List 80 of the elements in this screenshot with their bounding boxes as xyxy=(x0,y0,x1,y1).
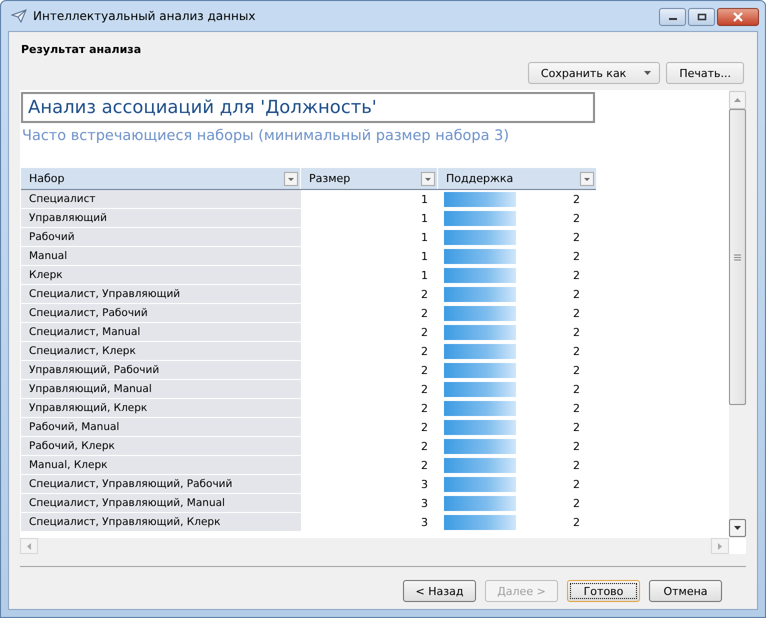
table-cell-text: 2 xyxy=(572,250,580,263)
table-cell-text: 2 xyxy=(572,421,580,434)
table-cell: Специалист, Рабочий xyxy=(21,304,301,323)
save-as-button[interactable]: Сохранить как xyxy=(528,62,660,84)
table-cell: Рабочий, Клерк xyxy=(21,437,301,456)
table-cell-text: 2 xyxy=(572,478,580,491)
grip-icon xyxy=(734,254,741,260)
table-cell-text: 2 xyxy=(420,344,429,360)
table-cell-text: 2 xyxy=(572,212,580,225)
table-cell: Клерк xyxy=(21,266,301,285)
table-cell-text: 3 xyxy=(420,477,429,493)
column-header[interactable]: Размер xyxy=(301,168,438,189)
wizard-button[interactable]: < Назад xyxy=(403,580,476,602)
table-cell-text: 2 xyxy=(572,402,580,415)
maximize-button[interactable] xyxy=(688,8,715,26)
table-cell-text: 2 xyxy=(420,287,429,303)
table-cell-text: 2 xyxy=(572,383,580,396)
table-cell-text: 2 xyxy=(420,401,429,417)
table-cell: Специалист, Управляющий xyxy=(21,285,301,304)
table-cell: Специалист, Управляющий, Manual xyxy=(21,494,301,513)
report-title: Анализ ассоциаций для 'Должность' xyxy=(21,92,595,123)
table-cell-text: 2 xyxy=(420,458,429,474)
table-cell: Управляющий, Клерк xyxy=(21,399,301,418)
scroll-up-icon[interactable] xyxy=(734,98,741,102)
dropdown-icon[interactable] xyxy=(284,172,298,186)
table-cell-text: 1 xyxy=(420,249,429,265)
maximize-icon xyxy=(696,13,706,21)
table-cell-text: 2 xyxy=(572,231,580,244)
dropdown-icon[interactable] xyxy=(580,172,594,186)
table-cell-text: 1 xyxy=(420,192,429,208)
dropdown-icon[interactable] xyxy=(421,172,435,186)
close-button[interactable] xyxy=(717,8,759,26)
table-cell-text: 2 xyxy=(420,420,429,436)
table-cell-text: 2 xyxy=(572,345,580,358)
wizard-button[interactable]: Готово xyxy=(567,580,640,602)
table-cell-text: 3 xyxy=(420,515,429,531)
column-header[interactable]: Набор xyxy=(21,168,301,189)
table-cell-text: 2 xyxy=(572,307,580,320)
report-subtitle: Часто встречающиеся наборы (минимальный размер набора 3) xyxy=(22,128,510,146)
table-cell: Manual, Клерк xyxy=(21,456,301,475)
table-cell: Специалист xyxy=(21,190,301,209)
table-cell-text: 2 xyxy=(572,516,580,529)
scroll-down-icon[interactable] xyxy=(734,526,741,530)
table-cell-text: 2 xyxy=(572,497,580,510)
caret-icon xyxy=(644,71,652,75)
table-cell-text: 2 xyxy=(572,440,580,453)
table-cell: Управляющий, Рабочий xyxy=(21,361,301,380)
column-header[interactable]: Поддержка xyxy=(438,168,596,189)
window-title: Интеллектуальный анализ данных xyxy=(33,9,256,23)
table-cell: Управляющий xyxy=(21,209,301,228)
minimize-button[interactable] xyxy=(659,8,686,26)
print-button[interactable]: Печать... xyxy=(666,62,744,84)
table-cell-text: 2 xyxy=(420,382,429,398)
paper-plane-icon xyxy=(11,9,27,23)
close-icon xyxy=(732,12,744,22)
table-cell-text: 2 xyxy=(572,193,580,206)
table-cell: Специалист, Управляющий, Клерк xyxy=(21,513,301,532)
table-cell-text: 1 xyxy=(420,211,429,227)
wizard-button[interactable]: Отмена xyxy=(649,580,722,602)
table-cell-text: 1 xyxy=(420,230,429,246)
table-cell-text: 2 xyxy=(572,364,580,377)
table-cell: Manual xyxy=(21,247,301,266)
vertical-scrollbar[interactable] xyxy=(729,90,746,538)
table-cell-text: 2 xyxy=(572,288,580,301)
table-cell-text: 2 xyxy=(572,326,580,339)
table-cell-text: 2 xyxy=(572,459,580,472)
table-cell: Специалист, Manual xyxy=(21,323,301,342)
table-cell-text: 2 xyxy=(420,439,429,455)
table-cell-text: 2 xyxy=(420,325,429,341)
table-cell: Управляющий, Manual xyxy=(21,380,301,399)
table-cell-text: 2 xyxy=(420,306,429,322)
table-cell: Специалист, Клерк xyxy=(21,342,301,361)
table-cell: Специалист, Управляющий, Рабочий xyxy=(21,475,301,494)
table-cell-text: 2 xyxy=(572,269,580,282)
table-cell-text: 1 xyxy=(420,268,429,284)
section-heading: Результат анализа xyxy=(21,43,142,56)
table-cell: Рабочий, Manual xyxy=(21,418,301,437)
table-cell: Рабочий xyxy=(21,228,301,247)
table-cell-text: 3 xyxy=(420,496,429,512)
table-cell-text: 2 xyxy=(420,363,429,379)
